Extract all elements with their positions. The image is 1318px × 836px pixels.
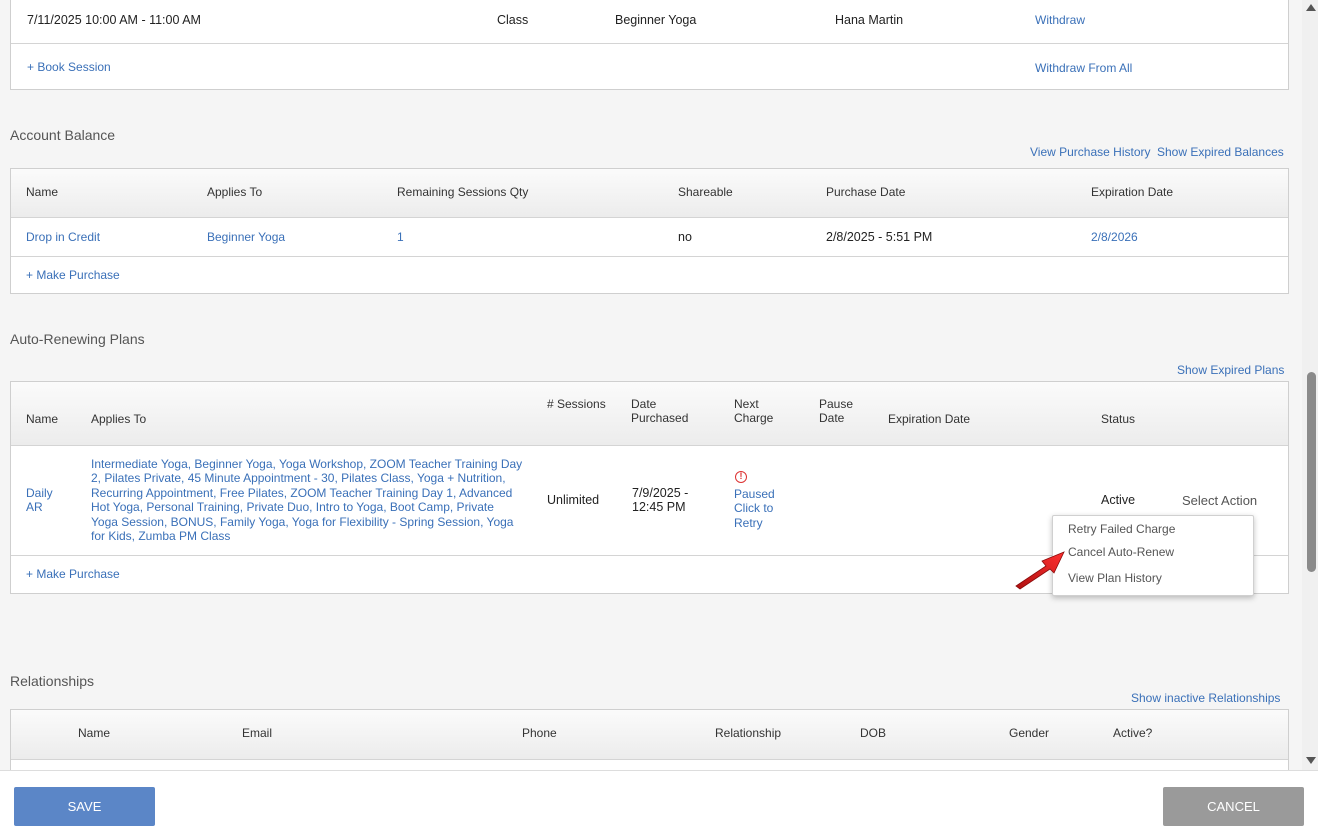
show-inactive-relationships-link[interactable]: Show inactive Relationships: [1131, 691, 1280, 705]
plan-applies-to-link[interactable]: Intermediate Yoga, Beginner Yoga, Yoga W…: [91, 457, 523, 543]
select-action-button[interactable]: Select Action: [1182, 493, 1257, 508]
col-expiration-date: Expiration Date: [888, 412, 971, 426]
session-name: Beginner Yoga: [615, 13, 697, 27]
cancel-auto-renew-item[interactable]: Cancel Auto-Renew: [1068, 545, 1174, 559]
table-header: Name Applies To Remaining Sessions Qty S…: [11, 169, 1288, 218]
balance-applies-to-link[interactable]: Beginner Yoga: [207, 230, 285, 244]
paused-retry-link[interactable]: Paused Click to Retry: [734, 487, 784, 530]
col-gender: Gender: [1009, 726, 1050, 740]
relationships-title: Relationships: [10, 673, 95, 689]
col-pause-date: Pause Date: [819, 397, 854, 426]
divider: [11, 256, 1288, 257]
balance-name-link[interactable]: Drop in Credit: [26, 230, 100, 244]
col-phone: Phone: [522, 726, 557, 740]
show-expired-plans-link[interactable]: Show Expired Plans: [1177, 363, 1284, 377]
session-instructor: Hana Martin: [835, 13, 904, 27]
select-action-dropdown: Retry Failed Charge Cancel Auto-Renew Vi…: [1052, 515, 1254, 596]
view-plan-history-item[interactable]: View Plan History: [1068, 571, 1162, 585]
pointer-arrow-icon: [1015, 551, 1065, 590]
col-remaining: Remaining Sessions Qty: [397, 185, 529, 199]
divider: [11, 43, 1288, 44]
col-expiration-date: Expiration Date: [1091, 185, 1174, 199]
plan-status: Active: [1101, 493, 1136, 507]
col-purchase-date: Purchase Date: [826, 185, 906, 199]
col-email: Email: [242, 726, 273, 740]
withdraw-from-all-link[interactable]: Withdraw From All: [1035, 61, 1132, 75]
auto-renewing-title: Auto-Renewing Plans: [10, 331, 145, 347]
col-date-purchased: Date Purchased: [631, 397, 689, 426]
retry-failed-charge-item[interactable]: Retry Failed Charge: [1068, 522, 1175, 536]
plan-sessions: Unlimited: [547, 493, 600, 507]
table-header: Name Email Phone Relationship DOB Gender…: [11, 710, 1288, 760]
col-applies-to: Applies To: [207, 185, 263, 199]
col-relationship: Relationship: [715, 726, 782, 740]
view-purchase-history-link[interactable]: View Purchase History: [1030, 145, 1151, 159]
sessions-panel: 7/11/2025 10:00 AM - 11:00 AM Class Begi…: [10, 0, 1289, 90]
col-next-charge: Next Charge: [734, 397, 774, 426]
col-shareable: Shareable: [678, 185, 733, 199]
save-button[interactable]: SAVE: [14, 787, 155, 826]
col-applies-to: Applies To: [91, 412, 147, 426]
plan-date-purchased: 7/9/2025 - 12:45 PM: [632, 486, 689, 515]
scroll-up-arrow-icon[interactable]: [1306, 4, 1316, 11]
col-status: Status: [1101, 412, 1136, 426]
vertical-scrollbar[interactable]: [1302, 0, 1318, 770]
balance-purchase-date: 2/8/2025 - 5:51 PM: [826, 230, 933, 244]
session-type: Class: [497, 13, 529, 27]
plan-make-purchase-link[interactable]: + Make Purchase: [26, 567, 120, 581]
col-dob: DOB: [860, 726, 887, 740]
session-datetime: 7/11/2025 10:00 AM - 11:00 AM: [27, 13, 201, 27]
withdraw-link[interactable]: Withdraw: [1035, 13, 1085, 27]
alert-circle-icon: !: [735, 471, 747, 483]
col-sessions: # Sessions: [547, 397, 606, 411]
table-header: Name Applies To # Sessions Date Purchase…: [11, 382, 1288, 446]
col-active: Active?: [1113, 726, 1153, 740]
show-expired-balances-link[interactable]: Show Expired Balances: [1157, 145, 1284, 159]
balance-remaining-link[interactable]: 1: [397, 230, 404, 244]
scroll-thumb[interactable]: [1307, 372, 1316, 572]
balance-expiration-link[interactable]: 2/8/2026: [1091, 230, 1138, 244]
balance-shareable: no: [678, 230, 692, 244]
relationships-table: Name Email Phone Relationship DOB Gender…: [10, 709, 1289, 770]
account-balance-table: Name Applies To Remaining Sessions Qty S…: [10, 168, 1289, 294]
book-session-link[interactable]: + Book Session: [27, 60, 111, 74]
scroll-content: 7/11/2025 10:00 AM - 11:00 AM Class Begi…: [0, 0, 1302, 770]
col-name: Name: [26, 412, 59, 426]
scroll-down-arrow-icon[interactable]: [1306, 757, 1316, 764]
footer-bar: SAVE CANCEL: [0, 770, 1318, 836]
col-name: Name: [26, 185, 59, 199]
col-name: Name: [78, 726, 111, 740]
plan-name-link[interactable]: Daily AR: [26, 486, 66, 515]
balance-make-purchase-link[interactable]: + Make Purchase: [26, 268, 120, 282]
account-balance-title: Account Balance: [10, 127, 116, 143]
cancel-button[interactable]: CANCEL: [1163, 787, 1304, 826]
